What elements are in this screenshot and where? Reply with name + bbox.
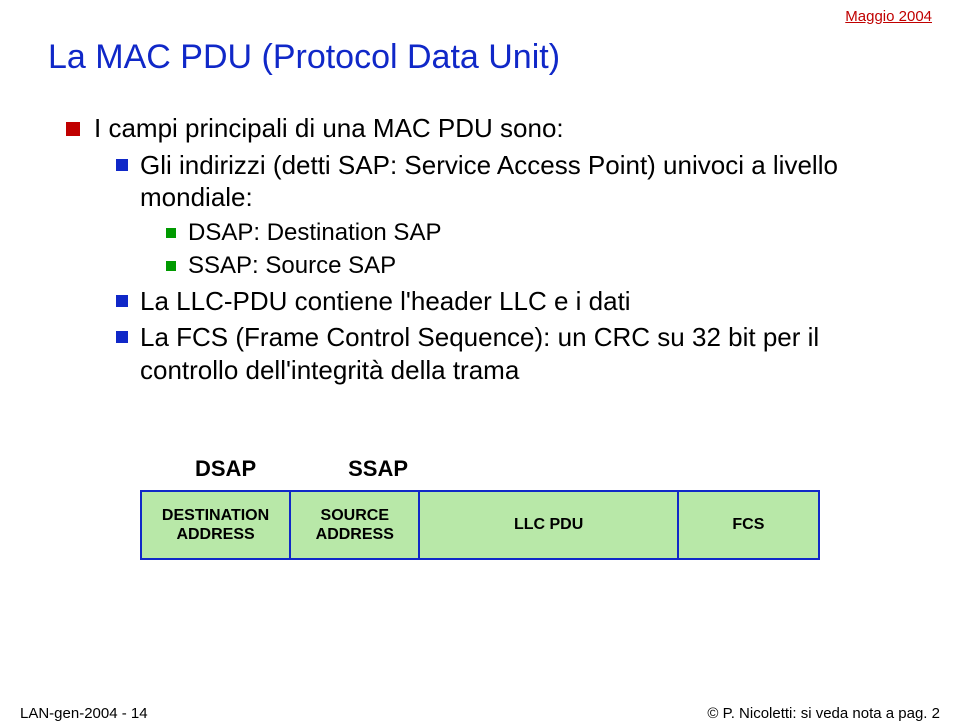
header-date: Maggio 2004 <box>845 8 932 25</box>
footer-right: © P. Nicoletti: si veda nota a pag. 2 <box>707 705 940 722</box>
bullet-text: La LLC-PDU contiene l'header LLC e i dat… <box>140 285 631 318</box>
page-title: La MAC PDU (Protocol Data Unit) <box>48 38 560 77</box>
bullet-square-icon <box>116 295 128 307</box>
content-area: I campi principali di una MAC PDU sono: … <box>48 100 908 390</box>
bullet-square-icon <box>166 228 176 238</box>
cell-source-address: SOURCE ADDRESS <box>291 492 420 558</box>
bullet-text: DSAP: Destination SAP <box>188 218 441 248</box>
bullet-text: SSAP: Source SAP <box>188 251 396 281</box>
bullet-square-icon <box>166 261 176 271</box>
bullet-level3: DSAP: Destination SAP <box>166 218 908 248</box>
bullet-level3: SSAP: Source SAP <box>166 251 908 281</box>
bullet-square-icon <box>116 159 128 171</box>
bullet-level2: La FCS (Frame Control Sequence): un CRC … <box>116 321 908 386</box>
bullet-level2: Gli indirizzi (detti SAP: Service Access… <box>116 149 908 214</box>
bullet-text: I campi principali di una MAC PDU sono: <box>94 112 564 145</box>
cell-llc-pdu: LLC PDU <box>420 492 678 558</box>
dsap-label: DSAP <box>195 456 256 482</box>
cell-fcs: FCS <box>679 492 818 558</box>
pdu-diagram: DSAP SSAP DESTINATION ADDRESS SOURCE ADD… <box>140 456 840 560</box>
diagram-labels: DSAP SSAP <box>195 456 840 482</box>
cell-destination-address: DESTINATION ADDRESS <box>142 492 291 558</box>
bullet-text: La FCS (Frame Control Sequence): un CRC … <box>140 321 908 386</box>
pdu-table: DESTINATION ADDRESS SOURCE ADDRESS LLC P… <box>140 490 820 560</box>
bullet-square-icon <box>66 122 80 136</box>
bullet-level2: La LLC-PDU contiene l'header LLC e i dat… <box>116 285 908 318</box>
bullet-square-icon <box>116 331 128 343</box>
footer-left: LAN-gen-2004 - 14 <box>20 705 148 722</box>
bullet-level1: I campi principali di una MAC PDU sono: <box>66 112 908 145</box>
bullet-text: Gli indirizzi (detti SAP: Service Access… <box>140 149 908 214</box>
ssap-label: SSAP <box>348 456 408 482</box>
